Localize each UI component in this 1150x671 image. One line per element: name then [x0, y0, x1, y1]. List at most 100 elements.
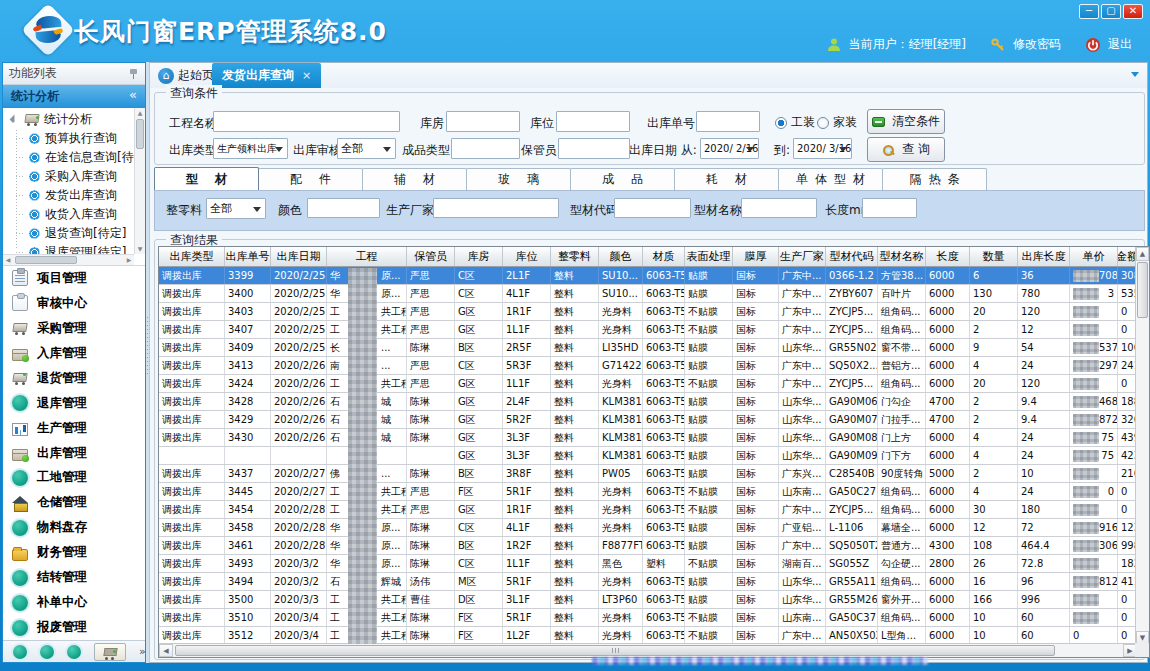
table-row[interactable]: 调拨出库34292020/2/26石城陈琳G区5R2F整料KLM38176063… — [159, 411, 1137, 429]
sidebar-item-14[interactable]: 报废管理 — [3, 615, 145, 640]
close-button[interactable]: ✕ — [1123, 4, 1143, 19]
table-row[interactable]: 调拨出库34932020/3/2华原...陈琳C区1L1F整料黑色塑料不贴膜国标… — [159, 555, 1137, 573]
tree-vertical-scrollbar[interactable]: ▲ ▼ — [134, 108, 145, 254]
out-type-select[interactable]: 生产领料出库 — [213, 138, 288, 159]
overflow-circle-icon[interactable] — [67, 645, 81, 659]
table-row[interactable]: 调拨出库34542020/2/28工共工程严思G区1R1F整料光身料6063-T… — [159, 501, 1137, 519]
column-header-14[interactable]: 型材名称 — [878, 247, 926, 266]
sidebar-item-4[interactable]: 退货管理 — [3, 366, 145, 391]
tree-item-2[interactable]: 采购入库查询 — [3, 167, 134, 186]
column-header-5[interactable]: 库房 — [455, 247, 503, 266]
tree-item-3[interactable]: 发货出库查询 — [3, 186, 134, 205]
tree-item-0[interactable]: 预算执行查询 — [3, 129, 134, 148]
sidebar-item-10[interactable]: 物料盘存 — [3, 515, 145, 540]
table-row[interactable]: 调拨出库34942020/3/2石辉城汤伟M区5R1F整料光身料6063-T5贴… — [159, 573, 1137, 591]
tab-close-icon[interactable]: × — [302, 69, 311, 82]
clear-conditions-button[interactable]: 清空条件 — [867, 109, 945, 134]
keeper-input[interactable] — [558, 138, 630, 159]
table-row[interactable]: 调拨出库34092020/2/25长...陈琳B区2R5F整料LI35HD606… — [159, 339, 1137, 357]
sidebar-item-6[interactable]: 生产管理 — [3, 416, 145, 441]
location-input[interactable] — [556, 111, 630, 132]
warehouse-input[interactable] — [446, 111, 520, 132]
collapse-icon[interactable]: « — [129, 87, 137, 102]
column-header-17[interactable]: 出库长度 — [1018, 247, 1070, 266]
radio-gongzhuang[interactable]: 工装 — [775, 114, 815, 131]
column-header-1[interactable]: 出库单号 — [225, 247, 271, 266]
material-tab-3[interactable]: 玻璃 — [466, 168, 571, 190]
column-header-4[interactable]: 保管员 — [407, 247, 455, 266]
material-tab-5[interactable]: 耗材 — [674, 168, 779, 190]
tab-shipping-query[interactable]: 发货出库查询 × — [212, 63, 321, 88]
table-row[interactable]: 调拨出库34302020/2/26石城陈琳G区3L3F整料KLM38176063… — [159, 429, 1137, 447]
change-password-link[interactable]: 修改密码 — [1013, 36, 1061, 53]
column-header-9[interactable]: 材质 — [643, 247, 685, 266]
column-header-12[interactable]: 生产厂家 — [779, 247, 826, 266]
expand-icon[interactable] — [10, 115, 20, 125]
column-header-2[interactable]: 出库日期 — [271, 247, 327, 266]
column-header-13[interactable]: 型材代码 — [826, 247, 878, 266]
sidebar-item-9[interactable]: 仓储管理 — [3, 490, 145, 515]
out-audit-select[interactable]: 全部 — [337, 138, 396, 159]
column-header-16[interactable]: 数量 — [970, 247, 1018, 266]
search-button[interactable]: 查 询 — [867, 137, 945, 162]
table-row[interactable]: 调拨出库34032020/2/25工共工程严思G区1R1F整料光身料6063-T… — [159, 303, 1137, 321]
table-row[interactable]: 调拨出库34282020/2/26石城陈琳G区2L4F整料KLM38176063… — [159, 393, 1137, 411]
sidebar-item-13[interactable]: 补单中心 — [3, 590, 145, 615]
sidebar-item-2[interactable]: 采购管理 — [3, 316, 145, 341]
pin-icon[interactable] — [129, 69, 138, 79]
overflow-circle-icon[interactable] — [13, 645, 27, 659]
table-row[interactable]: 调拨出库34242020/2/26工共工程严思G区1L1F整料光身料6063-T… — [159, 375, 1137, 393]
sidebar-item-0[interactable]: 项目管理 — [3, 266, 145, 291]
table-row[interactable]: 调拨出库34372020/2/27佛...陈琳B区3R8F整料PW056063-… — [159, 465, 1137, 483]
column-header-6[interactable]: 库位 — [503, 247, 551, 266]
tab-list-dropdown-icon[interactable] — [1131, 72, 1139, 77]
material-tab-4[interactable]: 成品 — [570, 168, 675, 190]
section-header[interactable]: 统计分析 « — [3, 85, 145, 108]
overflow-more-button[interactable]: » — [139, 645, 145, 658]
tree-item-6[interactable]: 退库管理[待定] — [3, 243, 134, 254]
material-tab-7[interactable]: 隔热条 — [882, 168, 987, 190]
sidebar-item-3[interactable]: 入库管理 — [3, 341, 145, 366]
profile-name-input[interactable] — [741, 198, 817, 218]
column-header-10[interactable]: 表面处理 — [685, 247, 733, 266]
sidebar-item-5[interactable]: 退库管理 — [3, 391, 145, 416]
table-row[interactable]: 调拨出库34132020/2/26南...严思C区5R3F整料G71422606… — [159, 357, 1137, 375]
order-no-input[interactable] — [696, 111, 760, 132]
project-name-input[interactable] — [213, 111, 400, 132]
material-tab-0[interactable]: 型材 — [154, 167, 259, 190]
column-header-8[interactable]: 颜色 — [599, 247, 643, 266]
table-row[interactable]: 调拨出库34452020/2/27工共工程严思F区5R1F整料光身料6063-T… — [159, 483, 1137, 501]
sidebar-item-12[interactable]: 结转管理 — [3, 565, 145, 590]
grid-horizontal-scrollbar[interactable]: ◀ ▶ — [159, 643, 1137, 657]
tree-root-item[interactable]: 统计分析 — [3, 110, 134, 129]
column-header-3[interactable]: 工程 — [327, 247, 407, 266]
sidebar-item-8[interactable]: 工地管理 — [3, 466, 145, 491]
tree-horizontal-scrollbar[interactable]: ◀ ▶ — [3, 254, 134, 265]
column-header-7[interactable]: 整零料 — [551, 247, 599, 266]
table-row[interactable]: 调拨出库35102020/3/4工共工程陈琳F区5R1F整料光身料6063-T5… — [159, 609, 1137, 627]
logout-link[interactable]: 退出 — [1108, 36, 1132, 53]
length-input[interactable] — [862, 198, 917, 218]
column-header-15[interactable]: 长度 — [926, 247, 970, 266]
material-tab-2[interactable]: 辅材 — [362, 168, 467, 190]
radio-jiazhuang[interactable]: 家装 — [817, 114, 857, 131]
product-type-input[interactable] — [451, 138, 520, 159]
table-row[interactable]: 调拨出库34612020/2/28华原...陈琳B区1R2F整料F8877FT6… — [159, 537, 1137, 555]
table-row[interactable]: 调拨出库34002020/2/25华原...严思C区4L1F整料SU10...6… — [159, 285, 1137, 303]
table-row[interactable]: 调拨出库34072020/2/25工共工程严思G区1L1F整料光身料6063-T… — [159, 321, 1137, 339]
column-header-18[interactable]: 单价 — [1070, 247, 1118, 266]
color-input[interactable] — [307, 198, 380, 218]
material-tab-6[interactable]: 单体型材 — [778, 168, 883, 190]
maximize-button[interactable]: ▢ — [1101, 4, 1121, 19]
column-header-0[interactable]: 出库类型 — [159, 247, 225, 266]
sidebar-item-7[interactable]: 出库管理 — [3, 441, 145, 466]
tree-item-1[interactable]: 在途信息查询[待 — [3, 148, 134, 167]
table-row[interactable]: 调拨出库35002020/3/3工共工程曹佳D区3L1F整料LT3P606063… — [159, 591, 1137, 609]
whole-part-select[interactable]: 全部 — [206, 198, 266, 219]
date-from-select[interactable]: 2020/ 2/16 — [700, 138, 759, 159]
profile-code-input[interactable] — [614, 198, 691, 218]
material-tab-1[interactable]: 配件 — [258, 168, 363, 190]
tree-item-4[interactable]: 收货入库查询 — [3, 205, 134, 224]
table-row[interactable]: G区3L3F整料KLM38176063-T5贴膜国标山东华...GA90M09.… — [159, 447, 1137, 465]
manufacturer-input[interactable] — [433, 198, 559, 218]
